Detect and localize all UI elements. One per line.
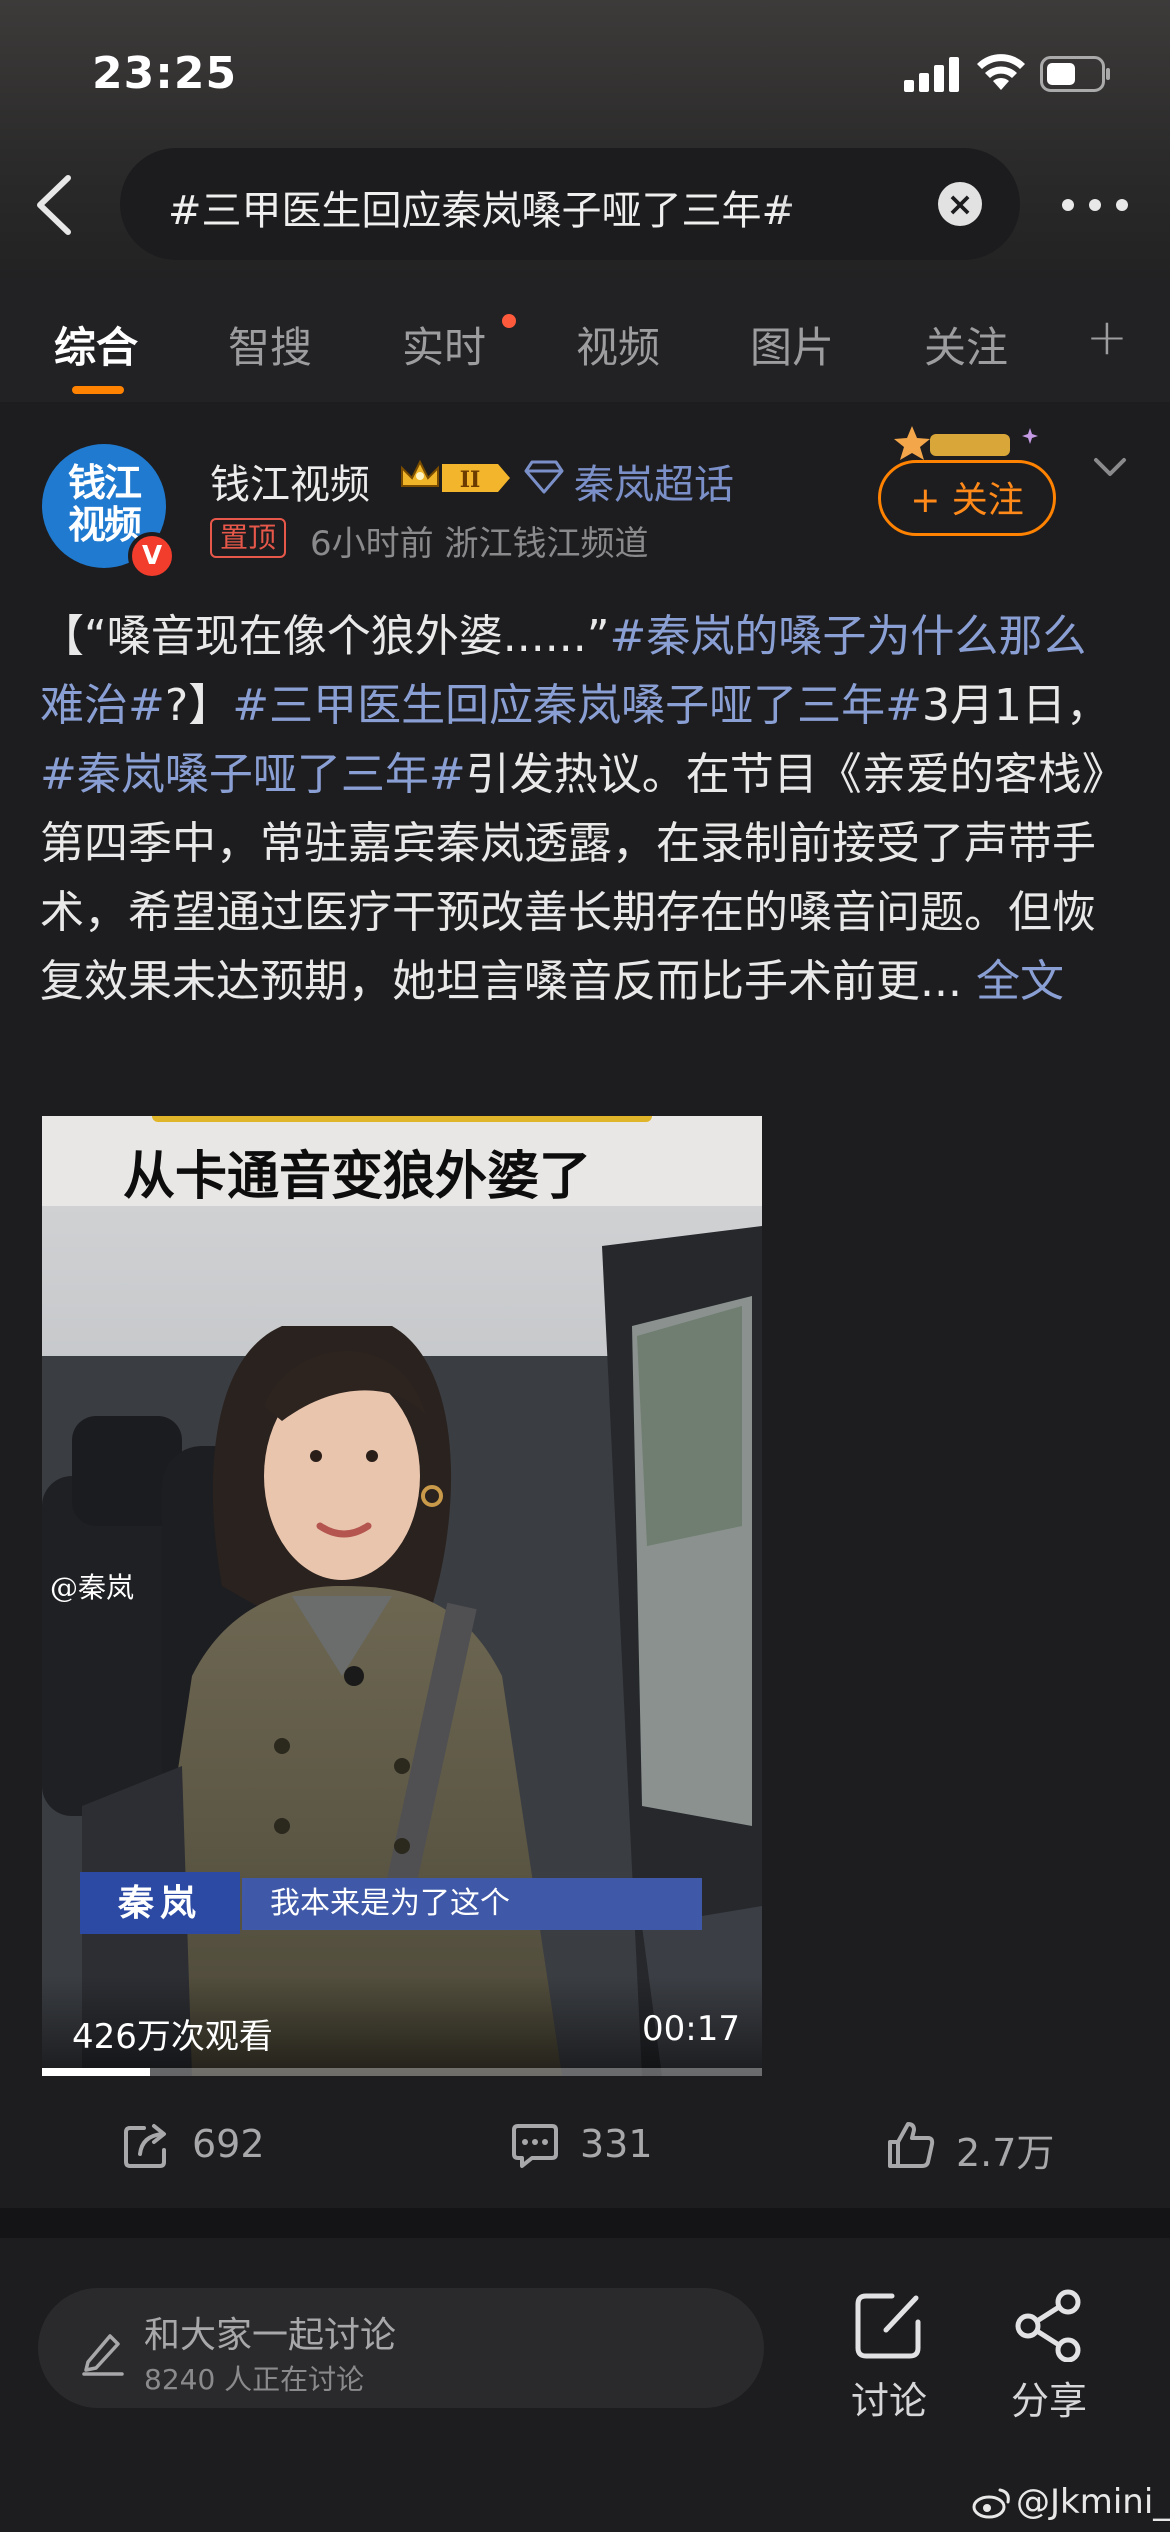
video-subtitle: 我本来是为了这个 (242, 1878, 702, 1930)
tab-tupian[interactable]: 图片 (750, 314, 834, 375)
video-title-banner: 从卡通音变狼外婆了 (42, 1116, 762, 1207)
new-content-dot (502, 314, 516, 328)
follow-button[interactable]: + 关注 (878, 460, 1056, 536)
add-tab-icon[interactable]: + (1086, 308, 1128, 366)
repost-icon (124, 2124, 166, 2168)
video-player[interactable]: 从卡通音变狼外婆了 @秦岚 秦岚 我本来是为了这个 426万次观看 00:17 (42, 1116, 762, 2076)
wifi-icon (977, 54, 1025, 90)
search-query: #三甲医生回应秦岚嗓子哑了三年# (168, 188, 796, 232)
post-card: 钱江视频 V 钱江视频 II 秦岚超话 置顶 6小时前 浙江钱江频道 + 关注 … (0, 402, 1170, 2208)
tab-guanzhu[interactable]: 关注 (924, 314, 1008, 375)
active-tab-indicator (72, 386, 124, 394)
more-options-icon[interactable] (1060, 190, 1130, 220)
video-frame-image (42, 1206, 762, 2076)
tab-shishi[interactable]: 实时 (402, 314, 486, 375)
comment-button[interactable]: 331 (510, 2116, 710, 2176)
video-name-tag: 秦岚 (80, 1872, 240, 1934)
pinned-badge: 置顶 (210, 518, 287, 558)
video-title: 从卡通音变狼外婆了 (122, 1147, 591, 1207)
crown-level-badge-icon: II (401, 459, 510, 493)
watermark-credit: @Jkmini_ (1016, 2482, 1170, 2522)
super-topic-link[interactable]: 秦岚超话 (574, 452, 734, 510)
video-view-count: 426万次观看 (72, 2017, 273, 2057)
tab-zhisou[interactable]: 智搜 (228, 314, 312, 375)
weibo-logo-icon (972, 2488, 1010, 2519)
level-badge-text: II (460, 467, 481, 493)
discussion-count: 8240 人正在讨论 (144, 2363, 365, 2396)
hashtag-link[interactable]: #秦岚嗓子哑了三年# (40, 749, 466, 800)
cellular-signal-icon (904, 57, 959, 92)
battery-icon (1040, 56, 1110, 92)
diamond-topic-icon (524, 460, 564, 494)
video-title-strip (152, 1116, 652, 1122)
like-button[interactable]: 2.7万 (886, 2116, 1106, 2176)
like-count: 2.7万 (956, 2131, 1055, 2175)
avatar-logo-text: 钱江视频 (67, 461, 142, 547)
post-text-part: ?】 (164, 680, 233, 731)
video-duration: 00:17 (642, 2009, 740, 2049)
verified-badge-icon: V (128, 532, 176, 580)
discussion-input[interactable]: 和大家一起讨论 8240 人正在讨论 (38, 2288, 764, 2408)
post-meta: 6小时前 浙江钱江频道 (310, 524, 649, 564)
post-text: 【“嗓音现在像个狼外婆......”#秦岚的嗓子为什么那么难治#?】#三甲医生回… (40, 602, 1130, 1016)
clear-search-icon[interactable]: × (938, 182, 982, 226)
repost-button[interactable]: 692 (122, 2116, 322, 2176)
discuss-button-label[interactable]: 讨论 (824, 2370, 954, 2425)
header: 23:25 #三甲医生回应秦岚嗓子哑了三年# × (0, 0, 1170, 278)
section-divider (0, 2208, 1170, 2238)
repost-count: 692 (192, 2122, 265, 2166)
search-input[interactable]: #三甲医生回应秦岚嗓子哑了三年# × (120, 148, 1020, 260)
pencil-icon (82, 2334, 124, 2376)
chevron-down-icon[interactable] (1090, 452, 1130, 482)
tab-bar: 综合 智搜 实时 视频 图片 关注 + (0, 278, 1170, 402)
back-arrow-icon[interactable] (30, 170, 80, 240)
tab-shipin[interactable]: 视频 (576, 314, 660, 375)
video-progress-bar[interactable] (42, 2068, 762, 2076)
status-time: 23:25 (92, 48, 238, 99)
read-more-link[interactable]: 全文 (976, 956, 1064, 1007)
author-name[interactable]: 钱江视频 (210, 452, 370, 510)
thumbs-up-icon (888, 2122, 935, 2168)
post-text-part: 【“嗓音现在像个狼外婆......” (40, 611, 610, 662)
discussion-title: 和大家一起讨论 (144, 2315, 397, 2356)
post-text-part: 3月1日， (921, 680, 1110, 731)
status-bar: 23:25 (0, 0, 1170, 140)
tab-zonghe[interactable]: 综合 (54, 314, 138, 375)
video-watermark: @秦岚 (50, 1571, 135, 1604)
video-progress-fill (42, 2068, 150, 2076)
hashtag-link[interactable]: #三甲医生回应秦岚嗓子哑了三年# (232, 680, 922, 731)
comment-icon (512, 2124, 558, 2168)
share-icon[interactable] (1012, 2288, 1086, 2362)
compose-discussion-icon[interactable] (852, 2288, 926, 2362)
comment-count: 331 (580, 2122, 653, 2166)
share-button-label[interactable]: 分享 (984, 2370, 1114, 2425)
